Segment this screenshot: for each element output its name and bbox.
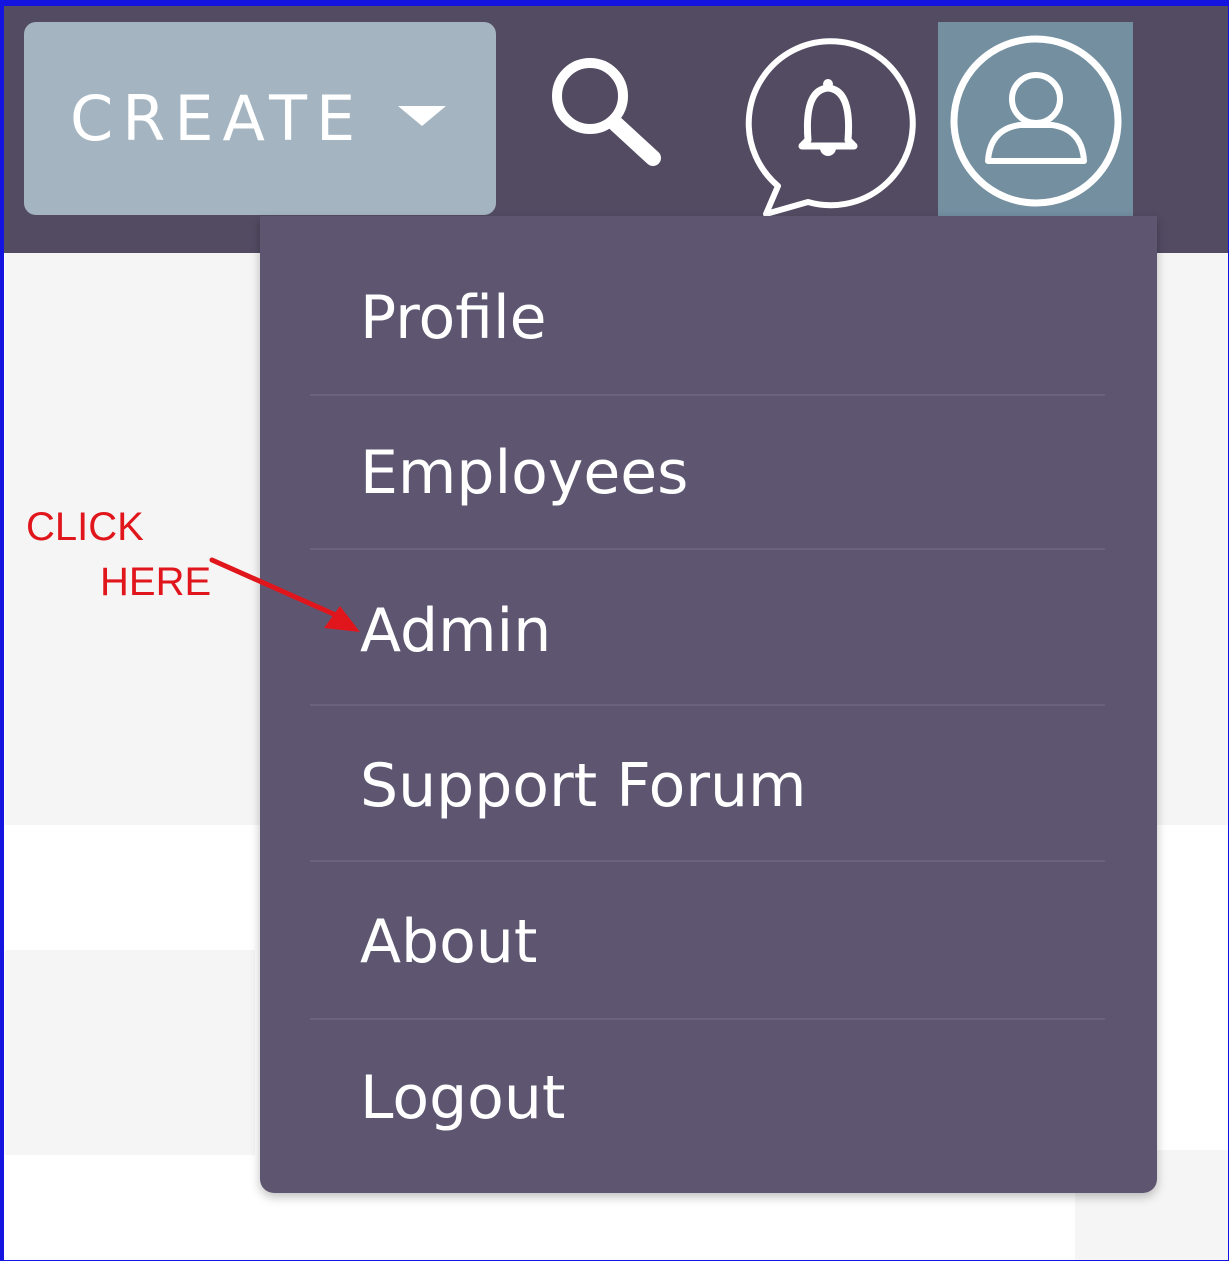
bell-chat-icon[interactable] [738,28,918,224]
menu-divider [310,1018,1105,1020]
create-button-label: CREATE [70,82,365,155]
create-button[interactable]: CREATE [24,22,496,215]
annotation-arrow-icon [209,557,360,632]
menu-item-profile[interactable]: Profile [260,268,1157,368]
user-menu-button[interactable] [938,22,1133,219]
menu-item-label: Support Forum [360,751,807,821]
menu-item-label: Employees [360,438,689,508]
background-panel [5,950,255,1155]
menu-divider [310,548,1105,550]
menu-divider [310,394,1105,396]
menu-item-label: About [360,907,538,977]
menu-item-label: Logout [360,1063,566,1133]
menu-divider [310,860,1105,862]
menu-item-admin[interactable]: Admin [260,581,1157,681]
menu-item-about[interactable]: About [260,892,1157,992]
menu-item-employees[interactable]: Employees [260,423,1157,523]
user-avatar-icon [950,35,1121,206]
user-dropdown-menu: Profile Employees Admin Support Forum Ab… [260,216,1157,1193]
annotation-here-text: HERE [100,560,212,604]
caret-down-icon [398,105,447,126]
menu-divider [310,704,1105,706]
search-icon[interactable] [540,50,670,180]
annotation-click-text: CLICK [26,505,144,549]
menu-item-label: Profile [360,283,547,353]
menu-item-support-forum[interactable]: Support Forum [260,736,1157,836]
menu-item-label: Admin [360,596,552,666]
menu-item-logout[interactable]: Logout [260,1048,1157,1148]
